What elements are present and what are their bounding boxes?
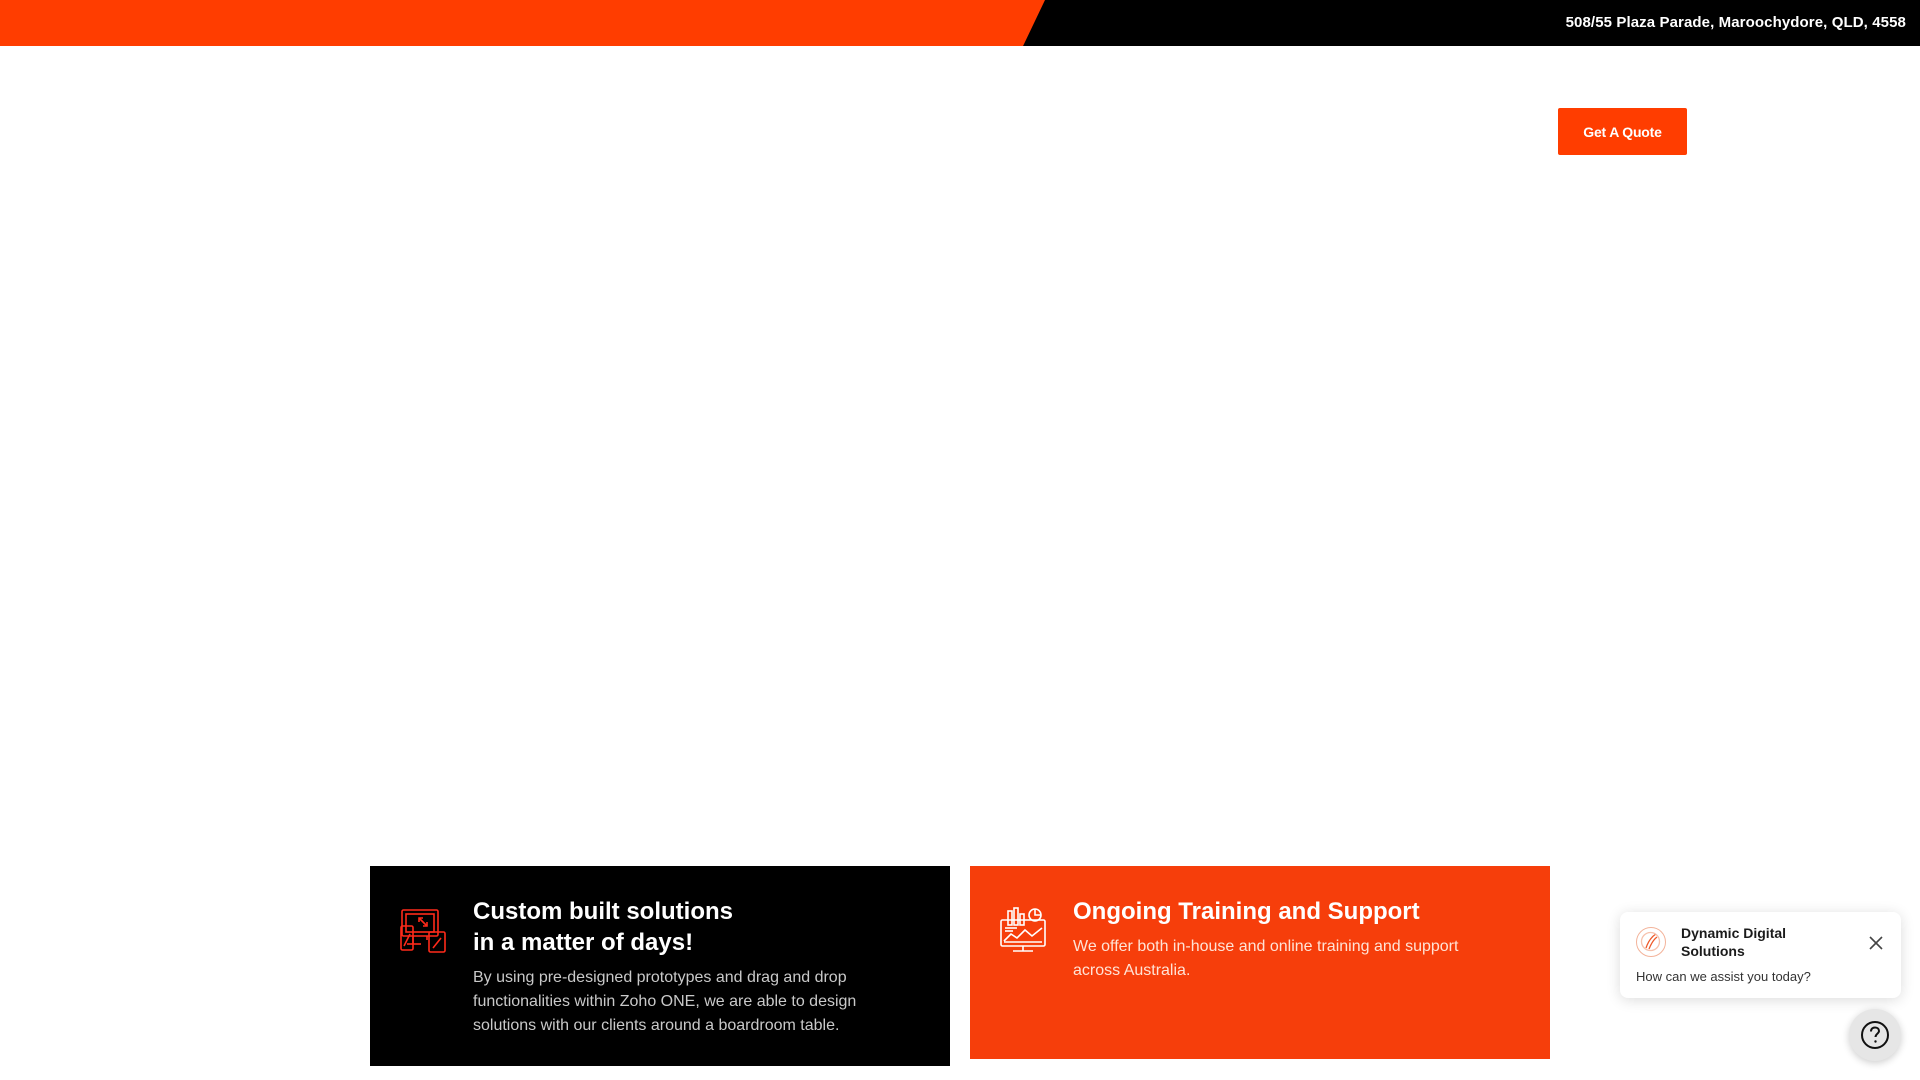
get-a-quote-button[interactable]: Get A Quote: [1558, 108, 1687, 155]
feature-text: We offer both in-house and online traini…: [1073, 938, 1459, 979]
top-bar-accent: [0, 0, 1045, 46]
feature-title: Ongoing Training and Support: [1073, 898, 1420, 925]
help-chat-button[interactable]: [1849, 1009, 1901, 1061]
top-bar: 508/55 Plaza Parade, Maroochydore, QLD, …: [0, 0, 1920, 46]
chat-message: How can we assist you today?: [1636, 969, 1811, 984]
company-logo-icon: [1636, 927, 1666, 957]
question-icon: [1861, 1021, 1889, 1049]
feature-card-training-support: Ongoing Training and Support We offer bo…: [970, 866, 1550, 1059]
feature-card-custom-solutions: Custom built solutions in a matter of da…: [370, 866, 950, 1066]
chat-company-name: Dynamic Digital Solutions: [1681, 925, 1787, 959]
address-text: 508/55 Plaza Parade, Maroochydore, QLD, …: [1565, 14, 1906, 31]
devices-icon: [399, 906, 447, 954]
chat-popup[interactable]: Dynamic Digital Solutions How can we ass…: [1620, 912, 1901, 998]
close-icon[interactable]: [1867, 934, 1885, 952]
feature-text: By using pre-designed prototypes and dra…: [473, 969, 857, 1034]
feature-title: Custom built solutions in a matter of da…: [473, 898, 733, 956]
monitor-chart-icon: [999, 906, 1047, 954]
